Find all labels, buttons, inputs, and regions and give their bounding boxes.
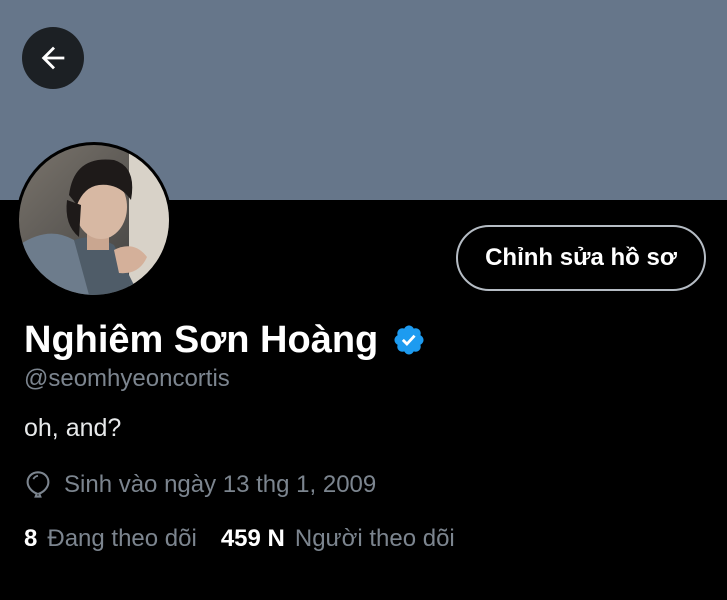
- followers-count: 459 N: [220, 525, 285, 552]
- following-link[interactable]: 8 Đang theo dõi: [24, 525, 197, 553]
- followers-link[interactable]: 459 N Người theo dõi: [221, 525, 455, 553]
- avatar[interactable]: [16, 142, 172, 298]
- name-row: Nghiêm Sơn Hoàng: [24, 316, 426, 364]
- edit-profile-label: Chỉnh sửa hồ sơ: [485, 244, 677, 271]
- edit-profile-button[interactable]: Chỉnh sửa hồ sơ: [456, 225, 706, 291]
- arrow-left-icon: [41, 46, 65, 70]
- back-button[interactable]: [22, 27, 84, 89]
- following-label: Đang theo dõi: [47, 525, 197, 552]
- avatar-photo: [19, 145, 169, 295]
- profile-screen: Chỉnh sửa hồ sơ Nghiêm Sơn Hoàng @seomhy…: [0, 0, 727, 600]
- following-count: 8: [24, 525, 38, 552]
- birth-date-row: Sinh vào ngày 13 thg 1, 2009: [24, 469, 376, 501]
- user-handle: @seomhyeoncortis: [24, 365, 230, 392]
- follow-stats: 8 Đang theo dõi 459 N Người theo dõi: [24, 523, 455, 555]
- bio-text: oh, and?: [24, 414, 122, 442]
- birth-date-text: Sinh vào ngày 13 thg 1, 2009: [64, 471, 377, 498]
- verified-badge-icon[interactable]: [392, 323, 426, 357]
- display-name: Nghiêm Sơn Hoàng: [24, 319, 379, 361]
- balloon-icon: [26, 471, 50, 498]
- followers-label: Người theo dõi: [294, 525, 455, 552]
